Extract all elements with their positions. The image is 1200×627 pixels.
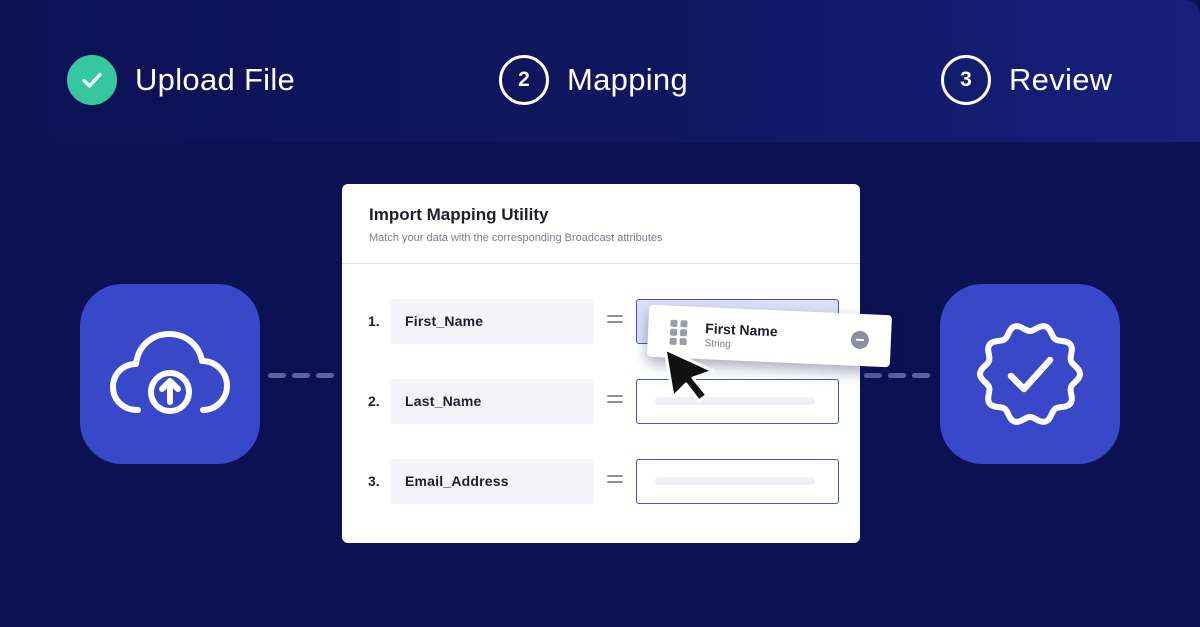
- mapping-row: 2. Last_Name: [342, 379, 860, 425]
- source-field: Email_Address: [391, 459, 594, 504]
- import-mapping-card: Import Mapping Utility Match your data w…: [342, 184, 860, 543]
- step-upload-file: Upload File: [67, 54, 295, 106]
- card-title: Import Mapping Utility: [369, 205, 549, 224]
- step-label: Mapping: [567, 62, 689, 97]
- step-complete-badge: [67, 55, 117, 105]
- source-field: First_Name: [391, 299, 594, 344]
- source-field: Last_Name: [391, 379, 594, 424]
- step-mapping: 2 Mapping: [499, 54, 688, 106]
- equals-icon: [607, 473, 623, 485]
- step-review: 3 Review: [941, 54, 1112, 106]
- mapping-row: 3. Email_Address: [342, 459, 860, 505]
- equals-icon: [607, 393, 623, 405]
- check-icon: [82, 72, 102, 88]
- card-header: Import Mapping Utility Match your data w…: [342, 184, 860, 264]
- row-number: 1.: [368, 313, 380, 329]
- connector-right: [860, 373, 934, 378]
- row-number: 2.: [368, 393, 380, 409]
- step-number-badge: 2: [499, 55, 549, 105]
- equals-icon: [607, 313, 623, 325]
- upload-tile: [80, 284, 260, 464]
- target-drop-zone[interactable]: [636, 459, 839, 504]
- attribute-name: First Name: [704, 320, 778, 340]
- cloud-upload-icon: [110, 331, 230, 414]
- cursor-arrow-icon: [663, 347, 715, 403]
- step-number-badge: 3: [941, 55, 991, 105]
- placeholder-bar: [655, 477, 815, 485]
- drag-handle-icon[interactable]: [669, 319, 689, 346]
- connector-left: [268, 373, 342, 378]
- remove-icon[interactable]: [850, 330, 870, 350]
- hero-canvas: Upload File 2 Mapping 3 Review Import Ma…: [0, 0, 1200, 627]
- row-number: 3.: [368, 473, 380, 489]
- step-label: Review: [1009, 62, 1113, 97]
- step-label: Upload File: [135, 62, 296, 97]
- verified-badge-icon: [977, 323, 1083, 425]
- card-subtitle: Match your data with the corresponding B…: [369, 232, 663, 244]
- verified-tile: [940, 284, 1120, 464]
